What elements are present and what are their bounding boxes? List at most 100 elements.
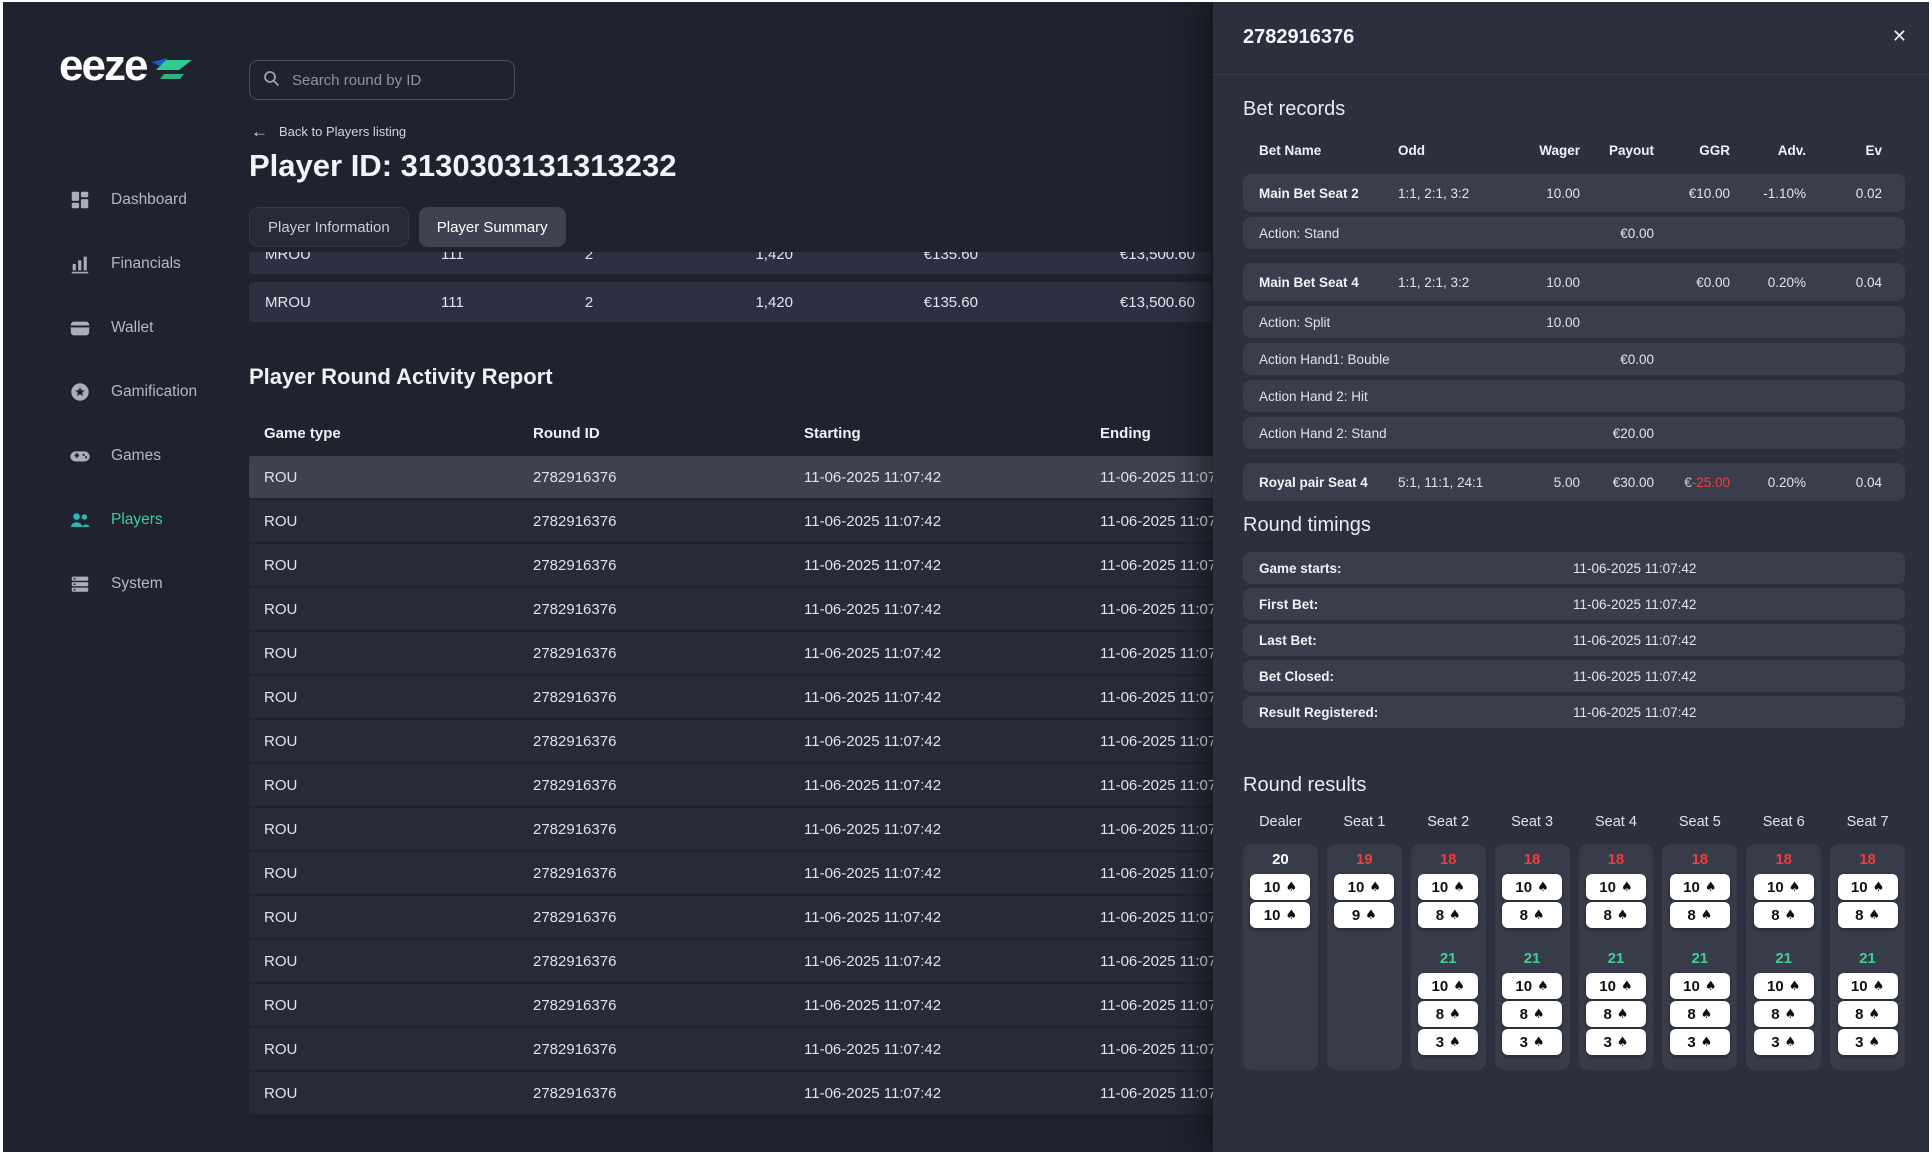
column-header: Game type — [264, 425, 533, 442]
summary-cell: €135.60 — [793, 252, 978, 263]
tab-player-information[interactable]: Player Information — [249, 207, 409, 247]
bet-row: Action Hand 2: Hit — [1243, 380, 1905, 412]
bet-ggr: €10.00 — [1654, 186, 1730, 201]
spade-suit-icon: ♠ — [1449, 1035, 1461, 1050]
timing-value: 11-06-2025 11:07:42 — [1573, 597, 1696, 612]
spade-suit-icon: ♠ — [1868, 1035, 1880, 1050]
table-cell: 11-06-2025 11:07:42 — [804, 689, 1100, 706]
back-link[interactable]: ← Back to Players listing — [251, 124, 406, 139]
playing-card: 10♠ — [1502, 973, 1562, 999]
search-input[interactable] — [290, 71, 501, 90]
sidebar-item-label: Games — [111, 447, 161, 465]
timing-label: Last Bet: — [1259, 633, 1317, 648]
card-rank: 3 — [1520, 1034, 1528, 1051]
playing-card: 8♠ — [1838, 902, 1898, 928]
bet-name: Action: Stand — [1259, 226, 1498, 241]
hand: 2110♠8♠3♠ — [1411, 950, 1486, 1055]
summary-row: MROU11121,420€135.60€13,500.60 — [249, 252, 1211, 274]
seat-label: Seat 6 — [1746, 814, 1821, 830]
server-list-icon — [69, 573, 91, 595]
summary-cell: 1,420 — [657, 252, 793, 263]
playing-card: 10♠ — [1250, 874, 1310, 900]
playing-card: 8♠ — [1502, 902, 1562, 928]
tab-player-summary[interactable]: Player Summary — [419, 207, 566, 247]
bet-group: Main Bet Seat 21:1, 2:1, 3:210.00€10.00-… — [1243, 174, 1905, 249]
card-rank: 8 — [1603, 907, 1611, 924]
timing-label: Game starts: — [1259, 561, 1342, 576]
table-cell: 11-06-2025 11:07:42 — [804, 645, 1100, 662]
table-cell: 2782916376 — [533, 909, 804, 926]
hand-score: 21 — [1579, 950, 1654, 967]
hand: 2110♠8♠3♠ — [1579, 950, 1654, 1055]
sidebar-item-players[interactable]: Players — [3, 488, 237, 552]
timing-value: 11-06-2025 11:07:42 — [1573, 561, 1696, 576]
column-header: Payout — [1580, 143, 1654, 158]
spade-suit-icon: ♠ — [1617, 1007, 1629, 1022]
playing-card: 3♠ — [1670, 1029, 1730, 1055]
playing-card: 3♠ — [1418, 1029, 1478, 1055]
seat-results-row: 2010♠10♠1910♠9♠1810♠8♠2110♠8♠3♠1810♠8♠21… — [1243, 844, 1905, 1070]
card-rank: 10 — [1264, 879, 1281, 896]
card-rank: 3 — [1771, 1034, 1779, 1051]
table-cell: 11-06-2025 11:07:42 — [804, 777, 1100, 794]
summary-cell: €135.60 — [793, 294, 978, 311]
spade-suit-icon: ♠ — [1533, 1007, 1545, 1022]
spade-suit-icon: ♠ — [1285, 908, 1297, 923]
close-icon[interactable]: ✕ — [1892, 26, 1907, 47]
bet-name: Main Bet Seat 4 — [1259, 275, 1398, 290]
bet-wager: 10.00 — [1498, 275, 1580, 290]
bet-payout: €30.00 — [1580, 475, 1654, 490]
column-header: Wager — [1498, 143, 1580, 158]
sidebar-item-system[interactable]: System — [3, 552, 237, 616]
bet-row: Action: Split10.00 — [1243, 306, 1905, 338]
summary-cell: 111 — [441, 252, 521, 263]
sidebar-item-gamification[interactable]: Gamification — [3, 360, 237, 424]
table-cell: ROU — [264, 469, 533, 486]
playing-card: 8♠ — [1418, 902, 1478, 928]
card-rank: 8 — [1687, 1006, 1695, 1023]
sidebar-item-dashboard[interactable]: Dashboard — [3, 168, 237, 232]
spade-suit-icon: ♠ — [1449, 908, 1461, 923]
timing-label: First Bet: — [1259, 597, 1318, 612]
sidebar-item-wallet[interactable]: Wallet — [3, 296, 237, 360]
playing-card: 10♠ — [1418, 874, 1478, 900]
spade-suit-icon: ♠ — [1449, 1007, 1461, 1022]
card-rank: 10 — [1683, 879, 1700, 896]
spade-suit-icon: ♠ — [1868, 1007, 1880, 1022]
bet-adv: 0.20% — [1730, 275, 1806, 290]
hand: 2010♠10♠ — [1243, 851, 1318, 928]
hand: 1810♠8♠ — [1579, 851, 1654, 928]
bet-ev: 0.04 — [1806, 475, 1882, 490]
spade-suit-icon: ♠ — [1453, 979, 1465, 994]
round-results-title: Round results — [1243, 774, 1366, 797]
sidebar-item-label: Dashboard — [111, 191, 187, 209]
column-header: Ev — [1806, 143, 1882, 158]
spade-suit-icon: ♠ — [1533, 1035, 1545, 1050]
timing-label: Bet Closed: — [1259, 669, 1334, 684]
table-cell: 11-06-2025 11:07:42 — [804, 909, 1100, 926]
seat-column: 1810♠8♠2110♠8♠3♠ — [1579, 844, 1654, 1070]
sidebar-item-games[interactable]: Games — [3, 424, 237, 488]
bet-row: Action Hand1: Bouble€0.00 — [1243, 343, 1905, 375]
timing-value: 11-06-2025 11:07:42 — [1573, 669, 1696, 684]
sidebar-item-financials[interactable]: Financials — [3, 232, 237, 296]
seat-column: 1810♠8♠2110♠8♠3♠ — [1746, 844, 1821, 1070]
table-cell: ROU — [264, 557, 533, 574]
table-cell: 2782916376 — [533, 601, 804, 618]
hand-score: 18 — [1830, 851, 1905, 868]
sidebar-item-label: Wallet — [111, 319, 154, 337]
logo[interactable]: eeze — [59, 46, 194, 86]
playing-card: 10♠ — [1838, 973, 1898, 999]
summary-cell: 111 — [441, 294, 521, 311]
round-id-title: 2782916376 — [1243, 26, 1354, 49]
spade-suit-icon: ♠ — [1537, 979, 1549, 994]
table-cell: ROU — [264, 821, 533, 838]
bet-records-title: Bet records — [1243, 98, 1345, 121]
seat-label: Seat 3 — [1495, 814, 1570, 830]
round-timings-list: Game starts: 11-06-2025 11:07:42 First Bet… — [1243, 552, 1905, 732]
hand-score: 19 — [1327, 851, 1402, 868]
seat-column: 1810♠8♠2110♠8♠3♠ — [1830, 844, 1905, 1070]
bet-wager: 10.00 — [1498, 186, 1580, 201]
summary-cell: €13,500.60 — [978, 252, 1195, 263]
card-rank: 10 — [1599, 879, 1616, 896]
